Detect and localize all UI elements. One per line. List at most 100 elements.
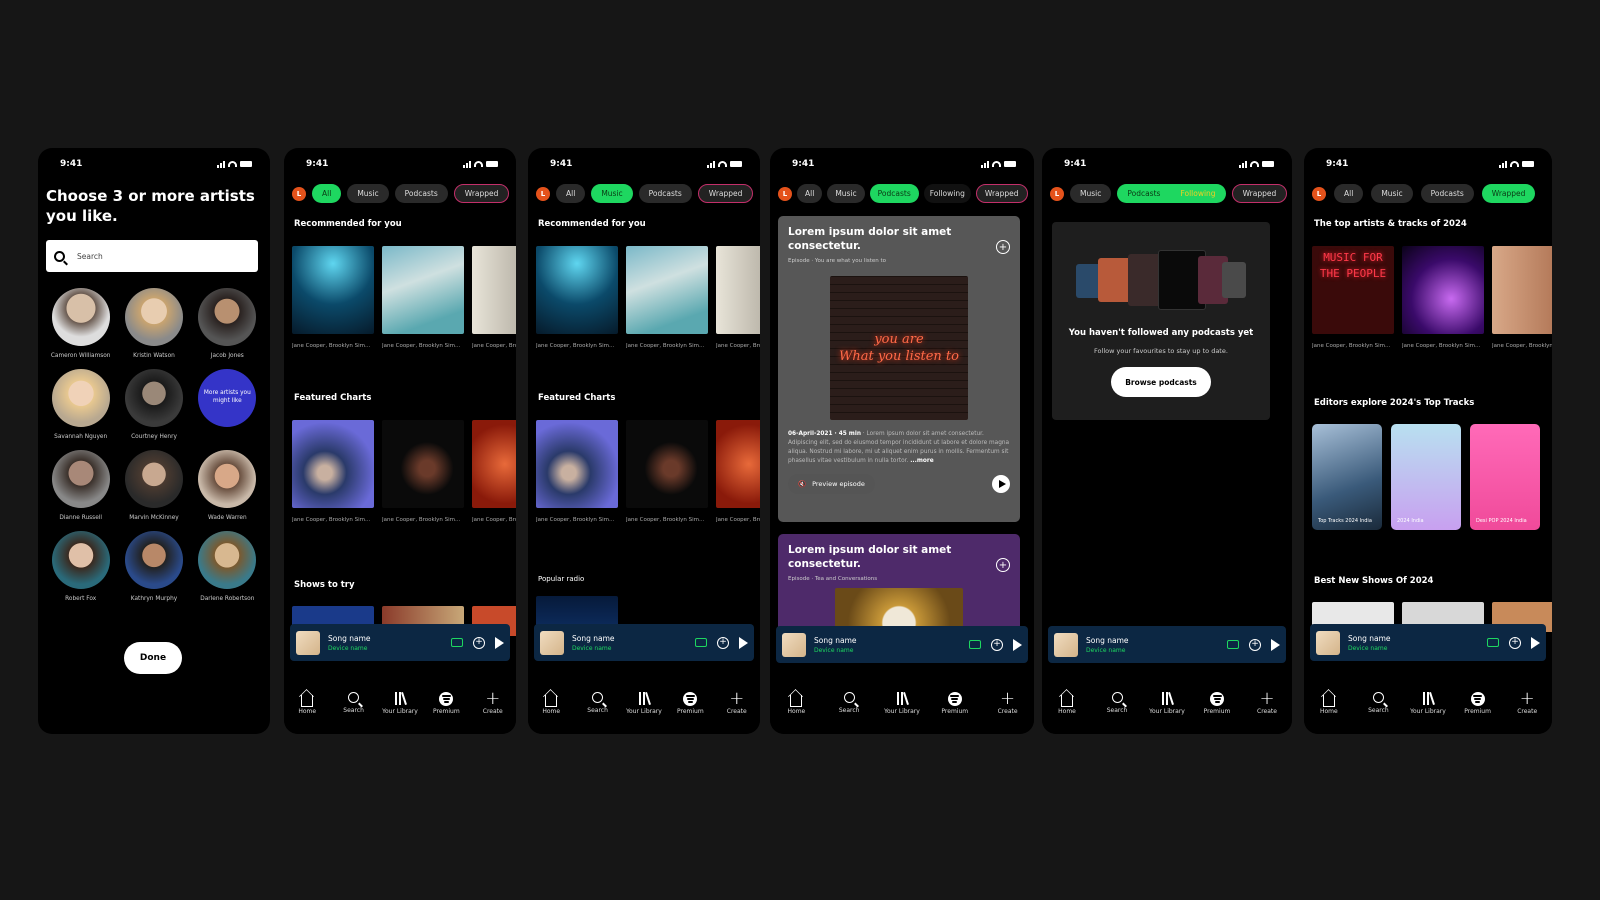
play-icon[interactable] [1013,638,1022,651]
nav-home[interactable]: Home [1047,690,1087,734]
chip-podcasts[interactable]: Podcasts [638,184,692,203]
nav-home[interactable]: Home [776,690,816,734]
episode-card[interactable]: Lorem ipsum dolor sit amet consectetur. … [778,216,1020,522]
device-icon[interactable] [1487,638,1499,647]
chip-music[interactable]: Music [1070,184,1112,203]
play-icon[interactable] [739,636,748,649]
add-icon[interactable]: + [473,636,485,649]
browse-podcasts-button[interactable]: Browse podcasts [1111,367,1211,397]
device-icon[interactable] [969,640,981,649]
chip-wrapped[interactable]: Wrapped [975,184,1028,203]
more-artists-button[interactable]: More artists you might like [198,369,257,427]
more-artists-item[interactable]: More artists you might like [191,369,264,440]
mini-player[interactable]: Song name Device name + [290,624,510,661]
device-icon[interactable] [1227,640,1239,649]
profile-avatar[interactable]: L [1050,186,1064,201]
add-icon[interactable]: + [996,558,1010,572]
artist-item[interactable]: Dianne Russell [44,450,117,521]
chip-all[interactable]: All [556,184,586,203]
nav-premium[interactable]: Premium [426,690,466,734]
preview-episode-button[interactable]: 🔇 Preview episode [788,474,875,495]
chart-card[interactable]: Jane Cooper, Brooklyn Simmons, Jenny Wil… [382,420,464,524]
more-link[interactable]: ...more [910,458,933,464]
chip-wrapped[interactable]: Wrapped [1481,184,1536,203]
chip-music[interactable]: Music [1371,184,1413,203]
nav-search[interactable]: Search [578,690,618,734]
chart-card[interactable]: Jane Cooper, Brooklyn Simmons, Jenny Wil… [292,420,374,524]
chart-card[interactable]: Jane Cooper, Brooklyn Simmons, Jenny Wil… [626,420,708,524]
nav-library[interactable]: Your Library [1147,690,1187,734]
nav-library[interactable]: Your Library [882,690,922,734]
artist-item[interactable]: Robert Fox [44,531,117,602]
mini-player[interactable]: Song name Device name + [1048,626,1286,663]
profile-avatar[interactable]: L [778,186,792,201]
album-card[interactable]: MUSIC FOR THE PEOPLE Jane Cooper, Brookly… [1312,246,1394,350]
nav-search[interactable]: Search [829,690,869,734]
chip-podcasts[interactable]: Podcasts [394,184,448,203]
chip-podcasts[interactable]: Podcasts [1117,184,1171,203]
nav-home[interactable]: Home [531,690,571,734]
device-icon[interactable] [695,638,707,647]
chart-card[interactable]: Jane Cooper, Brooklyn Simmons, Jenny Wil… [472,420,516,524]
chart-card[interactable]: Jane Cooper, Brooklyn Simmons, Jenny Wil… [716,420,760,524]
search-input[interactable]: Search [46,240,258,272]
chip-music[interactable]: Music [827,184,865,203]
add-icon[interactable]: + [1249,638,1261,651]
album-card[interactable]: Jane Cooper, Brooklyn Simmons, Jenny Wil… [716,246,760,350]
artist-item[interactable]: Courtney Henry [117,369,190,440]
nav-create[interactable]: + Create [988,690,1028,734]
chip-all[interactable]: All [1334,184,1364,203]
artist-item[interactable]: Jacob Jones [191,288,264,359]
chip-all[interactable]: All [312,184,342,203]
chip-music[interactable]: Music [591,184,633,203]
chip-podcasts[interactable]: Podcasts [1420,184,1474,203]
device-icon[interactable] [451,638,463,647]
profile-avatar[interactable]: L [536,186,550,201]
mini-player[interactable]: Song name Device name + [1310,624,1546,661]
chart-card[interactable]: Jane Cooper, Brooklyn Simmons, Jenny Wil… [536,420,618,524]
nav-premium[interactable]: Premium [935,690,975,734]
chip-following[interactable]: Following [923,184,971,203]
artist-item[interactable]: Wade Warren [191,450,264,521]
chip-wrapped[interactable]: Wrapped [697,184,754,203]
album-card[interactable]: Jane Cooper, Brooklyn Simmons, Jenny Wil… [382,246,464,350]
album-card[interactable]: Jane Cooper, Brooklyn Simmons, Jenny Wil… [1402,246,1484,350]
add-icon[interactable]: + [996,240,1010,254]
chip-all[interactable]: All [797,184,823,203]
album-card[interactable]: Jane Cooper, Brooklyn Simmons, Jenny Wil… [626,246,708,350]
album-card[interactable]: Jane Cooper, Brooklyn Simmons, Jenny Wil… [536,246,618,350]
artist-item[interactable]: Kristin Watson [117,288,190,359]
nav-premium[interactable]: Premium [1197,690,1237,734]
play-icon[interactable] [495,636,504,649]
play-button[interactable] [992,475,1010,494]
album-card[interactable]: Jane Cooper, Brooklyn Simmons, Jenny Wil… [472,246,516,350]
add-icon[interactable]: + [991,638,1003,651]
chip-wrapped[interactable]: Wrapped [1231,184,1288,203]
chip-wrapped[interactable]: Wrapped [453,184,510,203]
nav-home[interactable]: Home [1309,690,1349,734]
mini-player[interactable]: Song name Device name + [776,626,1028,663]
mini-player[interactable]: Song name Device name + [534,624,754,661]
chip-podcasts[interactable]: Podcasts [869,184,919,203]
add-icon[interactable]: + [717,636,729,649]
nav-library[interactable]: Your Library [380,690,420,734]
nav-create[interactable]: + Create [1247,690,1287,734]
artist-item[interactable]: Darlene Robertson [191,531,264,602]
profile-avatar[interactable]: L [292,186,306,201]
nav-library[interactable]: Your Library [1408,690,1448,734]
artist-item[interactable]: Kathryn Murphy [117,531,190,602]
nav-search[interactable]: Search [1358,690,1398,734]
playlist-tile[interactable]: 2024 India [1391,424,1461,530]
artist-item[interactable]: Savannah Nguyen [44,369,117,440]
artist-item[interactable]: Cameron Williamson [44,288,117,359]
nav-premium[interactable]: Premium [670,690,710,734]
album-card[interactable]: Jane Cooper, Brooklyn Simmons, Jenny Wil… [1492,246,1552,350]
nav-search[interactable]: Search [1097,690,1137,734]
nav-create[interactable]: + Create [473,690,513,734]
radio-card[interactable] [536,596,618,626]
add-icon[interactable]: + [1509,636,1521,649]
artist-item[interactable]: Marvin McKinney [117,450,190,521]
nav-home[interactable]: Home [287,690,327,734]
nav-create[interactable]: + Create [717,690,757,734]
playlist-tile[interactable]: Top Tracks 2024 India [1312,424,1382,530]
